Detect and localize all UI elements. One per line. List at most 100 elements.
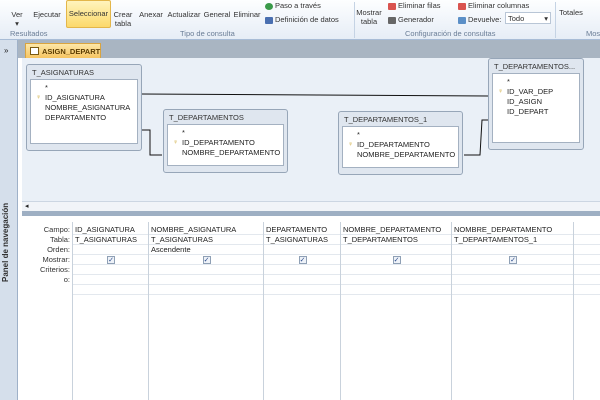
table-t-departamentos[interactable]: T_DEPARTAMENTOS * ♀ ID_DEPARTAMENTO NOMB… bbox=[163, 109, 288, 173]
separator bbox=[555, 2, 556, 38]
grid-column[interactable]: NOMBRE_DEPARTAMENTO T_DEPARTAMENTOS_1 ✓ bbox=[451, 222, 573, 400]
nav-toggle-button[interactable]: » bbox=[4, 46, 8, 55]
devuelve-value: Todo bbox=[508, 14, 525, 23]
campo-cell[interactable]: NOMBRE_DEPARTAMENTO bbox=[343, 225, 441, 234]
return-icon bbox=[458, 16, 466, 24]
query-design-area[interactable]: T_ASIGNATURAS * ♀ ID_ASIGNATURA NOMBRE_A… bbox=[22, 58, 600, 201]
primary-key-icon: ♀ bbox=[173, 139, 179, 146]
tab-label: ASIGN_DEPART bbox=[42, 47, 101, 56]
definicion-label: Definición de datos bbox=[275, 15, 339, 24]
devuelve-label: Devuelve: bbox=[458, 15, 501, 24]
table-title: T_ASIGNATURAS bbox=[32, 68, 94, 77]
anexar-button[interactable]: Anexar bbox=[138, 10, 164, 19]
field-item[interactable]: NOMBRE_DEPARTAMENTO bbox=[357, 150, 458, 160]
tab-asign-depart[interactable]: ASIGN_DEPART bbox=[25, 43, 101, 58]
primary-key-icon: ♀ bbox=[348, 141, 354, 148]
field-item[interactable]: ID_DEPARTAMENTO bbox=[182, 138, 283, 148]
eliminar-filas-button[interactable]: Eliminar filas bbox=[388, 1, 441, 10]
scroll-left-icon[interactable]: ◂ bbox=[25, 202, 29, 210]
field-list[interactable]: * ♀ ID_VAR_DEP ID_ASIGN ID_DEPART bbox=[492, 73, 580, 143]
campo-cell[interactable]: NOMBRE_DEPARTAMENTO bbox=[454, 225, 552, 234]
table-t-departamentos-var[interactable]: T_DEPARTAMENTOS... * ♀ ID_VAR_DEP ID_ASI… bbox=[488, 58, 584, 150]
field-item[interactable]: * bbox=[45, 83, 137, 93]
paso-label: Paso a través bbox=[275, 1, 321, 10]
devuelve-select[interactable]: Todo ▾ bbox=[505, 12, 551, 24]
field-item[interactable]: * bbox=[182, 128, 283, 138]
row-label-mostrar: Mostrar: bbox=[42, 255, 70, 264]
ejecutar-button[interactable]: Ejecutar bbox=[31, 10, 63, 19]
general-button[interactable]: General bbox=[203, 10, 231, 19]
row-label-campo: Campo: bbox=[43, 225, 70, 234]
join-line bbox=[140, 93, 489, 97]
grid-column[interactable]: NOMBRE_DEPARTAMENTO T_DEPARTAMENTOS ✓ bbox=[340, 222, 451, 400]
field-item[interactable]: ID_DEPART bbox=[507, 107, 579, 117]
row-label-o: o: bbox=[63, 275, 70, 284]
table-t-asignaturas[interactable]: T_ASIGNATURAS * ♀ ID_ASIGNATURA NOMBRE_A… bbox=[26, 64, 142, 151]
field-list[interactable]: * ♀ ID_ASIGNATURA NOMBRE_ASIGNATURA DEPA… bbox=[30, 79, 138, 144]
mostrar-checkbox[interactable]: ✓ bbox=[509, 256, 517, 264]
field-item[interactable]: ID_ASIGN bbox=[507, 97, 579, 107]
field-item[interactable]: * bbox=[507, 77, 579, 87]
tabla-cell[interactable]: T_DEPARTAMENTOS bbox=[343, 235, 418, 244]
generador-label: Generador bbox=[398, 15, 434, 24]
grid-column[interactable]: DEPARTAMENTO T_ASIGNATURAS ✓ bbox=[263, 222, 340, 400]
field-item[interactable]: DEPARTAMENTO bbox=[45, 113, 137, 123]
totales-button[interactable]: Totales bbox=[557, 8, 585, 17]
seleccionar-button[interactable]: Seleccionar bbox=[66, 0, 111, 28]
field-item[interactable]: ID_DEPARTAMENTO bbox=[357, 140, 458, 150]
ver-button[interactable]: Ver ▾ bbox=[4, 10, 30, 28]
field-item[interactable]: ID_VAR_DEP bbox=[507, 87, 579, 97]
pencil-icon bbox=[265, 16, 273, 24]
crear-tabla-button[interactable]: Crear tabla bbox=[112, 10, 134, 28]
row-label-orden: Orden: bbox=[47, 245, 70, 254]
row-label-criterios: Criterios: bbox=[39, 265, 70, 274]
query-icon bbox=[30, 47, 39, 55]
eliminar-button[interactable]: Eliminar bbox=[232, 10, 262, 19]
field-item[interactable]: * bbox=[357, 130, 458, 140]
group-label-resultados: Resultados bbox=[10, 29, 48, 38]
group-label-tipo: Tipo de consulta bbox=[180, 29, 235, 38]
campo-cell[interactable]: NOMBRE_ASIGNATURA bbox=[151, 225, 236, 234]
ver-label: Ver bbox=[11, 10, 23, 19]
primary-key-icon: ♀ bbox=[498, 88, 504, 95]
field-item[interactable]: NOMBRE_DEPARTAMENTO bbox=[182, 148, 283, 158]
field-list[interactable]: * ♀ ID_DEPARTAMENTO NOMBRE_DEPARTAMENTO bbox=[342, 126, 459, 168]
definicion-datos-button[interactable]: Definición de datos bbox=[265, 15, 339, 24]
query-design-grid[interactable]: Campo: Tabla: Orden: Mostrar: Criterios:… bbox=[22, 216, 600, 400]
mostrar-checkbox[interactable]: ✓ bbox=[392, 256, 401, 264]
eliminar-columnas-button[interactable]: Eliminar columnas bbox=[458, 1, 529, 10]
table-title: T_DEPARTAMENTOS... bbox=[494, 62, 576, 71]
grid-column[interactable]: NOMBRE_ASIGNATURA T_ASIGNATURAS Ascenden… bbox=[148, 222, 263, 400]
actualizar-button[interactable]: Actualizar bbox=[166, 10, 202, 19]
chevron-down-icon: ▾ bbox=[544, 14, 548, 23]
field-list[interactable]: * ♀ ID_DEPARTAMENTO NOMBRE_DEPARTAMENTO bbox=[167, 124, 284, 166]
join-line bbox=[141, 129, 162, 156]
campo-cell[interactable]: ID_ASIGNATURA bbox=[75, 225, 135, 234]
generador-button[interactable]: Generador bbox=[388, 15, 434, 24]
table-title: T_DEPARTAMENTOS_1 bbox=[344, 115, 428, 124]
campo-cell[interactable]: DEPARTAMENTO bbox=[266, 225, 327, 234]
mostrar-checkbox[interactable]: ✓ bbox=[107, 256, 115, 264]
eliminar-filas-label: Eliminar filas bbox=[398, 1, 441, 10]
field-item[interactable]: ID_ASIGNATURA bbox=[45, 93, 137, 103]
horizontal-scrollbar[interactable]: ◂ bbox=[22, 201, 600, 211]
document-tab-bar bbox=[18, 40, 600, 58]
globe-icon bbox=[265, 2, 273, 10]
nav-pane-title: Panel de navegación bbox=[1, 202, 10, 282]
tabla-cell[interactable]: T_ASIGNATURAS bbox=[266, 235, 328, 244]
mostrar-checkbox[interactable]: ✓ bbox=[298, 256, 307, 264]
paso-a-traves-button[interactable]: Paso a través bbox=[265, 1, 321, 10]
eliminar-columnas-label: Eliminar columnas bbox=[468, 1, 530, 10]
tabla-cell[interactable]: T_ASIGNATURAS bbox=[151, 235, 213, 244]
mostrar-tabla-button[interactable]: Mostrar tabla bbox=[356, 8, 382, 26]
field-item[interactable]: NOMBRE_ASIGNATURA bbox=[45, 103, 137, 113]
ribbon: Ver ▾ Ejecutar Seleccionar Crear tabla An… bbox=[0, 0, 600, 40]
grid-column-empty[interactable] bbox=[573, 222, 600, 400]
mostrar-checkbox[interactable]: ✓ bbox=[202, 256, 211, 264]
table-t-departamentos-1[interactable]: T_DEPARTAMENTOS_1 * ♀ ID_DEPARTAMENTO NO… bbox=[338, 111, 463, 175]
orden-cell[interactable]: Ascendente bbox=[151, 245, 191, 254]
grid-column[interactable]: ID_ASIGNATURA T_ASIGNATURAS ✓ bbox=[72, 222, 148, 400]
tabla-cell[interactable]: T_DEPARTAMENTOS_1 bbox=[454, 235, 537, 244]
row-label-tabla: Tabla: bbox=[49, 235, 70, 244]
tabla-cell[interactable]: T_ASIGNATURAS bbox=[75, 235, 137, 244]
